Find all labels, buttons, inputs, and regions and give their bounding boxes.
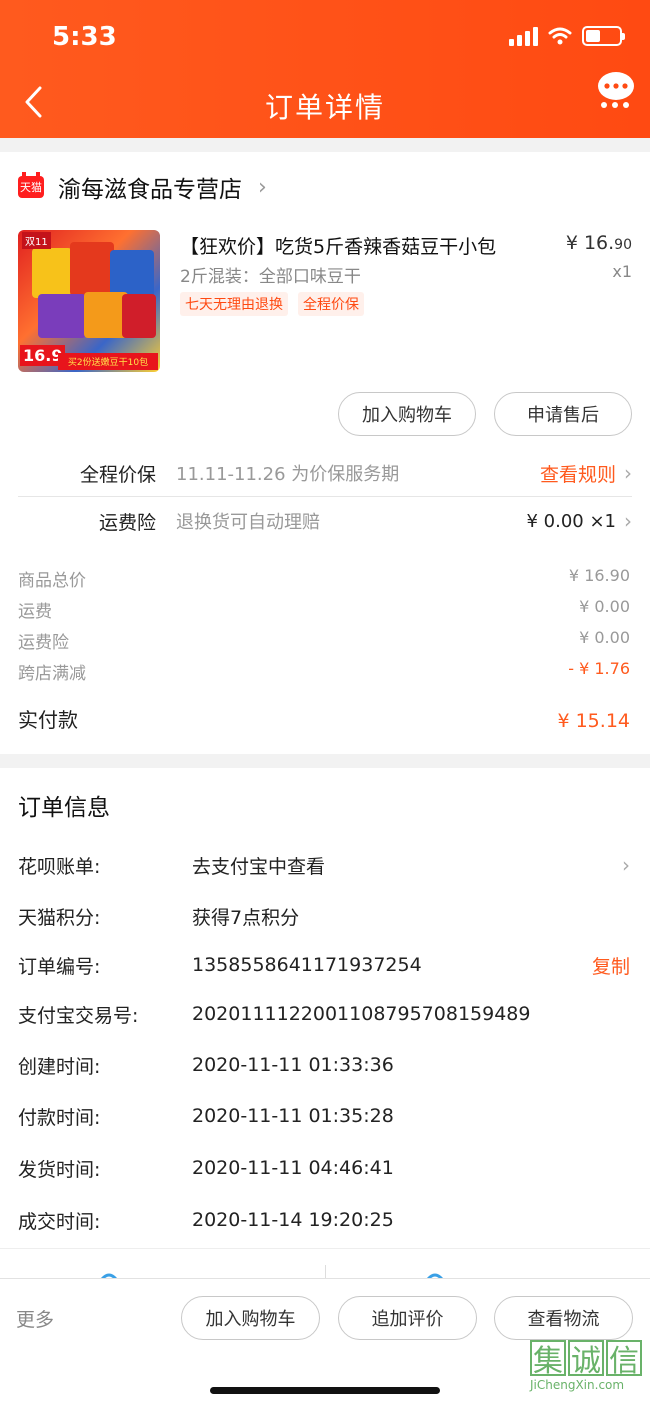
product-title[interactable]: 【狂欢价】吃货5斤香辣香菇豆干小包 (180, 232, 540, 259)
add-to-cart-button[interactable]: 加入购物车 (181, 1296, 320, 1340)
phone-icon[interactable] (420, 1269, 450, 1278)
chevron-right-icon: › (258, 174, 267, 200)
promo-badge: 双11 (22, 232, 51, 249)
chevron-right-icon: › (624, 461, 632, 485)
product-sku: 2斤混装：全部口味豆干 (180, 267, 361, 287)
huabei-row[interactable]: 花呗账单: 去支付宝中查看 › (18, 850, 630, 880)
chevron-right-icon: › (624, 509, 632, 533)
status-icons (509, 26, 625, 46)
status-time: 5:33 (52, 22, 117, 52)
alipay-trade-row: 支付宝交易号: 2020111122001108795708159489 (18, 1003, 531, 1027)
add-to-cart-button[interactable]: 加入购物车 (338, 392, 476, 436)
view-rules-link[interactable]: 查看规则 › (540, 460, 632, 487)
summary-row: 商品总价 ¥ 16.90 (18, 566, 630, 591)
battery-icon (582, 26, 625, 46)
summary-row: 运费 ¥ 0.00 (18, 597, 630, 622)
shipping-insurance-row[interactable]: 运费险 退换货可自动理赔 ¥ 0.00 ×1 › (18, 498, 632, 544)
signal-icon (509, 26, 538, 46)
insurance-value: ¥ 0.00 ×1 › (526, 509, 632, 533)
nav-header: 5:33 订单详情 (0, 0, 650, 138)
total-label: 实付款 (18, 708, 78, 732)
product-tag: 七天无理由退换 (180, 292, 288, 316)
created-time-row: 创建时间: 2020-11-11 01:33:36 (18, 1054, 394, 1078)
contact-row (0, 1248, 650, 1278)
divider (325, 1265, 326, 1278)
product-tags: 七天无理由退换 全程价保 (180, 292, 364, 316)
total-paid-row: 实付款 ¥ 15.14 (18, 704, 630, 733)
service-desc: 11.11-11.26 为价保服务期 (176, 464, 400, 485)
order-number-row: 订单编号: 1358558641171937254 复制 (18, 950, 630, 980)
chevron-right-icon: › (622, 853, 630, 877)
product-price: ¥ 16.90 (565, 232, 632, 254)
after-sale-button[interactable]: 申请售后 (494, 392, 632, 436)
product-tag: 全程价保 (298, 292, 364, 316)
summary-row: 运费险 ¥ 0.00 (18, 628, 630, 653)
copy-button[interactable]: 复制 (592, 952, 630, 979)
divider (18, 496, 632, 497)
store-name: 渝每滋食品专营店 (58, 177, 242, 203)
image-banner: 买2份送嫩豆干10包 (58, 353, 158, 370)
summary-row: 跨店满减 - ¥ 1.76 (18, 659, 630, 684)
completed-time-row: 成交时间: 2020-11-14 19:20:25 (18, 1209, 394, 1233)
service-desc: 退换货可自动理赔 (176, 512, 320, 533)
watermark-logo: 集诚信 JiChengXin.com (530, 1340, 646, 1402)
view-logistics-button[interactable]: 查看物流 (494, 1296, 633, 1340)
shipped-time-row: 发货时间: 2020-11-11 04:46:41 (18, 1157, 394, 1181)
more-dots-icon[interactable] (600, 101, 630, 109)
order-info-title: 订单信息 (18, 795, 110, 821)
service-label: 全程价保 (79, 463, 156, 486)
price-protection-row[interactable]: 全程价保 11.11-11.26 为价保服务期 查看规则 › (18, 450, 632, 496)
more-button[interactable]: 更多 (16, 1305, 54, 1332)
order-item-card: 天猫 渝每滋食品专营店 › 双11 16.9 买2份送嫩豆干10包 【狂欢价】吃… (0, 152, 650, 754)
product-quantity: x1 (612, 262, 632, 281)
contact-seller-icon[interactable] (94, 1269, 124, 1278)
add-review-button[interactable]: 追加评价 (338, 1296, 477, 1340)
home-indicator (210, 1387, 440, 1394)
paid-time-row: 付款时间: 2020-11-11 01:35:28 (18, 1105, 394, 1129)
points-row: 天猫积分: 获得7点积分 (18, 906, 300, 929)
product-image[interactable]: 双11 16.9 买2份送嫩豆干10包 (18, 230, 160, 372)
total-value: ¥ 15.14 (557, 710, 630, 732)
wifi-icon (548, 27, 572, 45)
tmall-icon: 天猫 (18, 172, 44, 198)
service-label: 运费险 (98, 511, 156, 534)
store-link[interactable]: 天猫 渝每滋食品专营店 › (18, 170, 267, 204)
order-info-card: 订单信息 花呗账单: 去支付宝中查看 › 天猫积分: 获得7点积分 订单编号: … (0, 768, 650, 1278)
page-title: 订单详情 (264, 91, 385, 124)
